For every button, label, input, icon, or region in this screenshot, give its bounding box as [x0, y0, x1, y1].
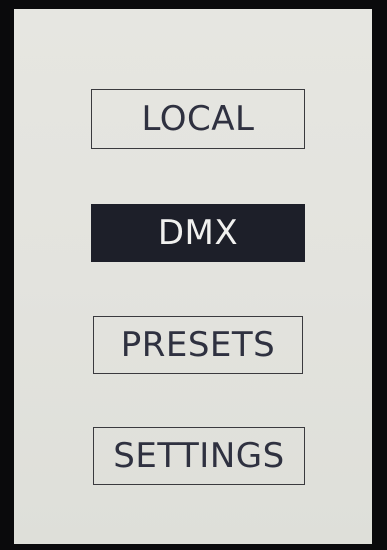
local-button-label: LOCAL [141, 99, 255, 139]
settings-button[interactable]: SETTINGS [93, 427, 305, 485]
presets-button[interactable]: PRESETS [93, 316, 303, 374]
dmx-button-label: DMX [157, 213, 239, 253]
local-button[interactable]: LOCAL [91, 89, 305, 149]
settings-button-label: SETTINGS [113, 436, 285, 476]
dmx-button[interactable]: DMX [91, 204, 305, 262]
touch-screen: LOCAL DMX PRESETS SETTINGS [14, 9, 372, 544]
presets-button-label: PRESETS [120, 325, 276, 365]
